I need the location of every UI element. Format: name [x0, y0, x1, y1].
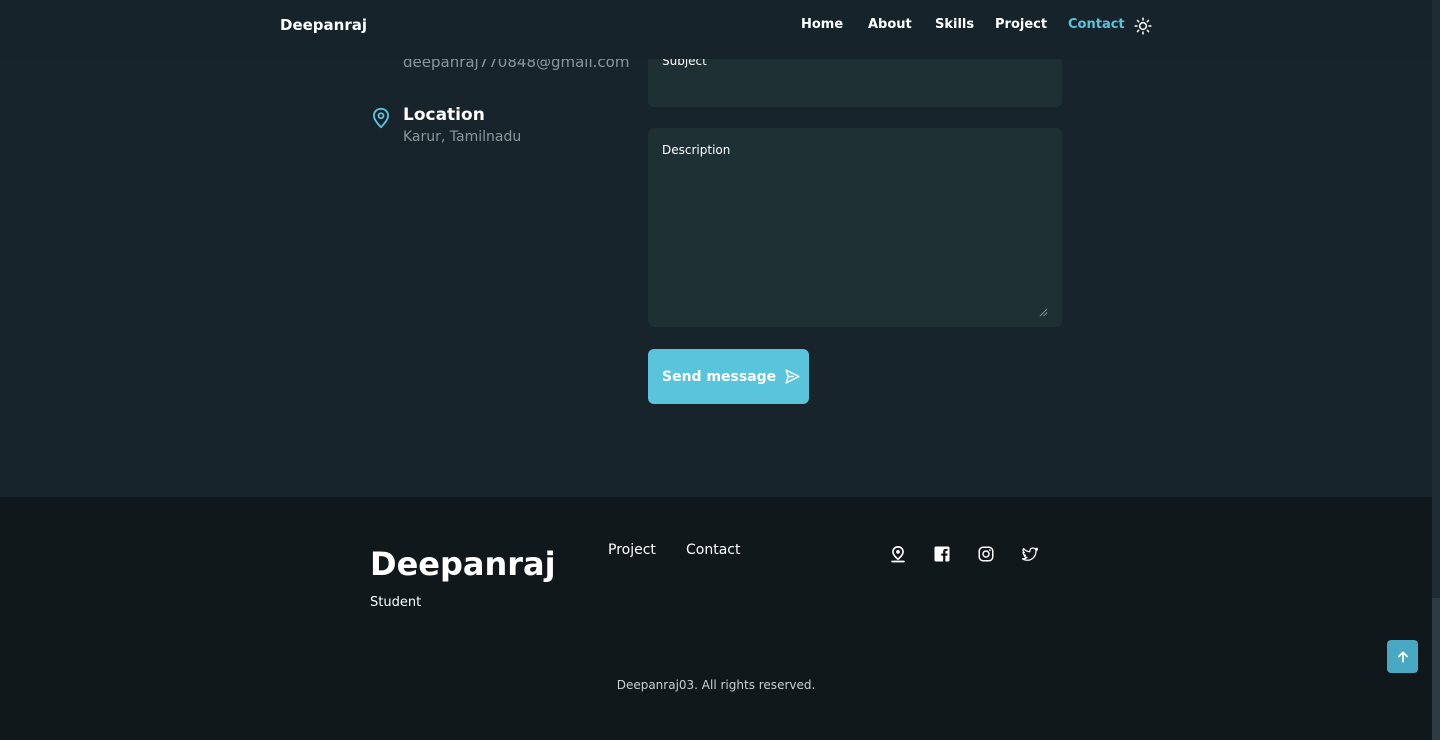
footer-link-project[interactable]: Project	[608, 542, 656, 558]
copyright-text: Deepanraj03. All rights reserved.	[616, 678, 816, 692]
footer-role: Student	[370, 595, 422, 610]
location-pin-icon[interactable]	[889, 545, 907, 563]
resize-grip-icon[interactable]	[1039, 308, 1048, 317]
footer-name: Deepanraj	[370, 545, 556, 583]
scrollbar-thumb[interactable]	[1432, 598, 1440, 740]
nav-link-skills[interactable]: Skills	[935, 17, 974, 32]
nav-link-about[interactable]: About	[868, 17, 912, 32]
site-header: Deepanraj Home About Skills Project Cont…	[0, 0, 1432, 59]
facebook-icon[interactable]	[933, 545, 951, 563]
nav-link-home[interactable]: Home	[801, 17, 843, 32]
site-logo[interactable]: Deepanraj	[280, 16, 367, 34]
instagram-icon[interactable]	[977, 545, 995, 563]
description-label: Description	[662, 143, 731, 157]
description-field[interactable]: Description	[648, 128, 1062, 327]
map-pin-icon	[373, 107, 389, 129]
footer-link-contact[interactable]: Contact	[686, 542, 740, 558]
location-title: Location	[403, 105, 485, 125]
scroll-to-top-button[interactable]	[1387, 640, 1418, 673]
nav-link-project[interactable]: Project	[995, 17, 1047, 32]
twitter-icon[interactable]	[1021, 545, 1039, 563]
site-footer: Deepanraj Student Project Contact Deepan…	[0, 497, 1432, 740]
send-message-button[interactable]: Send message	[648, 349, 809, 404]
arrow-up-icon	[1397, 650, 1408, 663]
send-message-label: Send message	[662, 368, 777, 385]
page-scrollbar[interactable]	[1432, 0, 1440, 740]
nav-link-contact[interactable]: Contact	[1068, 17, 1125, 32]
location-value: Karur, Tamilnadu	[403, 129, 522, 145]
send-icon	[785, 369, 800, 384]
sun-icon[interactable]	[1134, 17, 1152, 35]
